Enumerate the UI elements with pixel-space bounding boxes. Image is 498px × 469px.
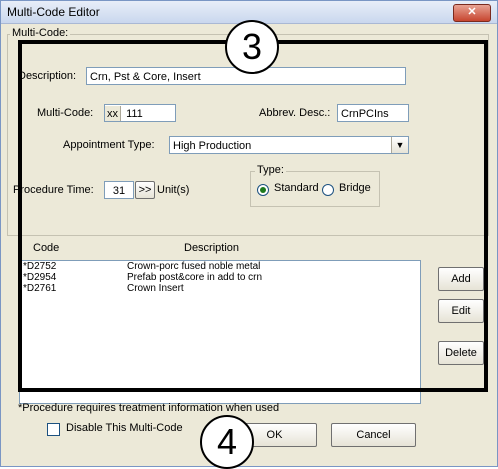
cancel-button[interactable]: Cancel [331, 423, 416, 447]
window-title: Multi-Code Editor [7, 5, 100, 19]
close-button[interactable]: ✕ [453, 4, 491, 22]
disable-multicode-checkbox[interactable] [47, 423, 60, 436]
treatment-note: *Procedure requires treatment informatio… [18, 402, 280, 414]
callout-4: 4 [200, 415, 254, 469]
multi-code-legend: Multi-Code: [10, 27, 71, 39]
callout-3: 3 [225, 20, 279, 74]
disable-multicode-label: Disable This Multi-Code [66, 422, 183, 434]
highlight-box [18, 40, 488, 392]
